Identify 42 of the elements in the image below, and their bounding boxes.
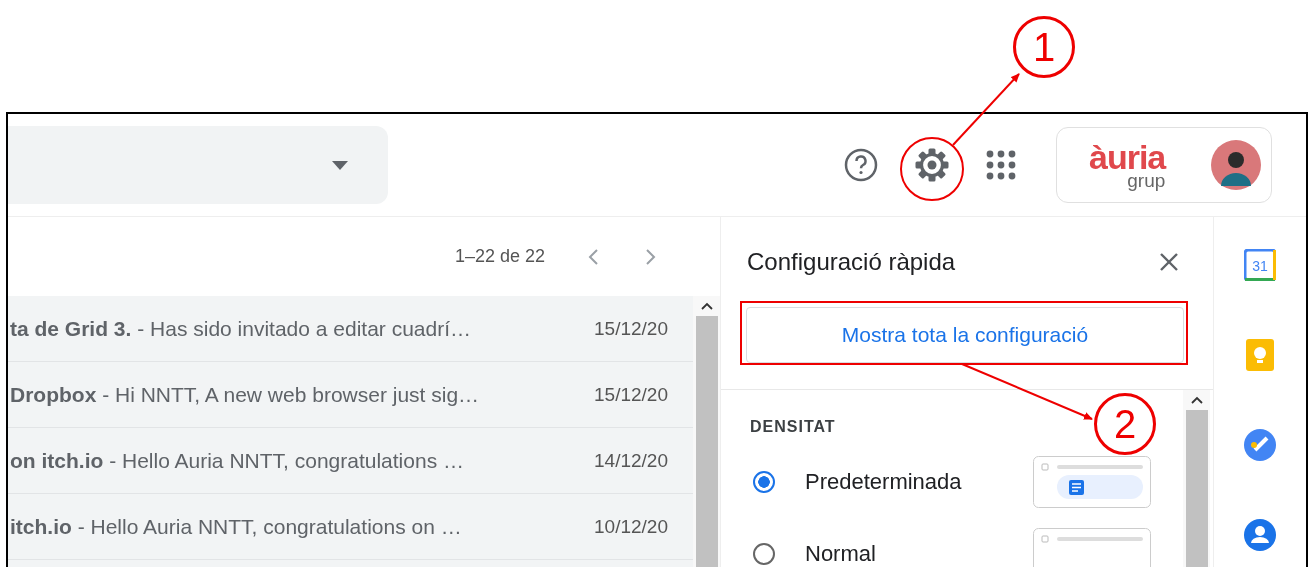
option-label[interactable]: Predeterminada: [805, 469, 1033, 495]
highlight-ring: [900, 137, 964, 201]
apps-grid-icon[interactable]: [986, 150, 1016, 180]
email-row[interactable]: on itch.io - Hello Auria NNTT, congratulations … 14/12/20: [8, 428, 693, 494]
email-summary: itch.io - Hello Auria NNTT, congratulations on …: [10, 514, 462, 539]
caret-icon[interactable]: [332, 160, 348, 170]
email-row[interactable]: Dropbox - Hi NNTT, A new web browser just sig… 15/12/20: [8, 362, 693, 428]
calendar-date: 31: [1252, 258, 1268, 274]
chevron-right-icon[interactable]: [645, 247, 657, 266]
logo-text: àuria: [1089, 140, 1166, 174]
email-summary: on itch.io - Hello Auria NNTT, congratulations …: [10, 448, 464, 473]
settings-icon[interactable]: [914, 147, 950, 183]
callout-number: 1: [1013, 16, 1075, 78]
email-summary: Dropbox - Hi NNTT, A new web browser just sig…: [10, 382, 480, 407]
all-settings-button[interactable]: Mostra tota la configuració: [746, 307, 1184, 363]
option-label[interactable]: Normal: [805, 541, 1033, 567]
email-date: 10/12/20: [594, 515, 668, 538]
account-card[interactable]: àuria grup: [1056, 127, 1272, 203]
scrollbar[interactable]: [1183, 390, 1210, 567]
panel-title: Configuració ràpida: [747, 248, 956, 276]
email-summary: ta de Grid 3. - Has sido invitado a editar cuadrí…: [10, 316, 472, 341]
email-date: 14/12/20: [594, 449, 668, 472]
chevron-left-icon[interactable]: [587, 247, 599, 266]
calendar-icon[interactable]: 31: [1244, 249, 1276, 281]
density-preview-icon: [1033, 456, 1151, 508]
section-heading: DENSITAT: [750, 418, 836, 436]
logo-subtext: grup: [1127, 171, 1166, 190]
scrollbar[interactable]: [693, 296, 720, 567]
email-row[interactable]: ta de Grid 3. - Has sido invitado a editar cuadrí… 15/12/20: [8, 296, 693, 362]
close-icon[interactable]: [1159, 252, 1179, 272]
email-date: 15/12/20: [594, 317, 668, 340]
pagination-range: 1–22 de 22: [454, 246, 545, 267]
scroll-up-icon[interactable]: [700, 302, 713, 310]
contacts-icon[interactable]: [1244, 519, 1276, 551]
email-date: 15/12/20: [594, 383, 668, 406]
help-icon[interactable]: [844, 148, 878, 182]
email-row[interactable]: itch.io - Hello Auria NNTT, congratulations on … 10/12/20: [8, 494, 693, 560]
radio-button[interactable]: [753, 543, 775, 565]
tasks-icon[interactable]: [1244, 429, 1276, 461]
radio-button[interactable]: [753, 471, 775, 493]
scroll-up-icon[interactable]: [1190, 396, 1203, 404]
avatar-icon[interactable]: [1211, 140, 1261, 190]
